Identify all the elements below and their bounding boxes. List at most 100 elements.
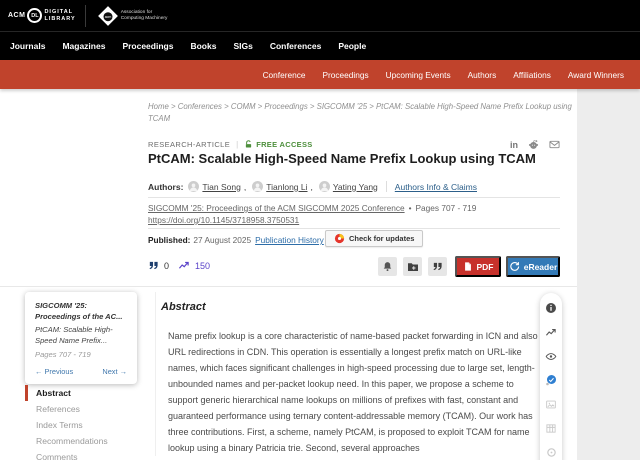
meta-divider: | [236, 140, 238, 149]
authors-row: Authors: Tian Song Tianlong Li Yating Ya… [148, 181, 560, 192]
metrics-row: 0 150 [148, 260, 210, 271]
publication-history-link[interactable]: Publication History [255, 235, 324, 245]
crossmark-icon [334, 233, 345, 244]
author-name-link[interactable]: Yating Yang [333, 182, 378, 192]
main-nav-item[interactable]: Conferences [270, 41, 322, 51]
article-section-nav: Abstract References Index Terms Recommen… [25, 385, 135, 460]
sidebar-item-abstract[interactable]: Abstract [25, 385, 135, 401]
breadcrumb: HomeConferencesCOMMProceedingsSIGCOMM '2… [148, 101, 573, 125]
site-header: ACM DL DIGITALLIBRARY acm Association fo… [0, 0, 640, 60]
authors-label: Authors: [148, 182, 183, 192]
author-chip[interactable]: Tian Song [188, 181, 246, 192]
abstract-text: Name prefix lookup is a core characteris… [156, 328, 540, 456]
folder-plus-icon [407, 261, 419, 273]
authors-list: Tian Song Tianlong Li Yating Yang [188, 181, 377, 192]
author-name-link[interactable]: Tian Song [202, 182, 240, 192]
alerts-button[interactable] [378, 257, 397, 276]
sidebar-item-index-terms[interactable]: Index Terms [25, 417, 135, 433]
acm-dl-logo[interactable]: ACM [8, 12, 25, 19]
linkedin-icon[interactable]: in [510, 140, 518, 150]
author-chip[interactable]: Tianlong Li [252, 181, 313, 192]
article-type-label: RESEARCH-ARTICLE [148, 140, 230, 149]
downloads-count: 150 [195, 261, 210, 271]
previous-article-link[interactable]: ← Previous [35, 367, 73, 376]
conference-nav-item[interactable]: Conference [263, 70, 306, 80]
article-meta-row: RESEARCH-ARTICLE | FREE ACCESS in [148, 139, 560, 150]
email-icon[interactable] [549, 139, 560, 150]
dl-gear-icon: DL [27, 8, 42, 23]
conference-nav-item[interactable]: Upcoming Events [386, 70, 451, 80]
conference-nav-item[interactable]: Award Winners [568, 70, 624, 80]
metrics-icon[interactable] [545, 326, 557, 338]
digital-library-label: DIGITALLIBRARY [44, 9, 75, 22]
citations-icon [148, 260, 159, 271]
cite-button[interactable] [428, 257, 447, 276]
check-for-updates-button[interactable]: Check for updates [325, 230, 423, 247]
main-nav-item[interactable]: Proceedings [122, 41, 173, 51]
quote-icon [432, 261, 443, 272]
sidebar-item-recommendations[interactable]: Recommendations [25, 433, 135, 449]
breadcrumb-item[interactable]: SIGCOMM '25 [317, 102, 376, 111]
breadcrumb-item[interactable]: Proceedings [264, 102, 316, 111]
conference-nav: Conference Proceedings Upcoming Events Auth… [0, 60, 640, 89]
article-tools-toolbar [540, 293, 562, 460]
divider [148, 228, 560, 229]
card-pages: Pages 707 - 719 [35, 350, 127, 359]
conference-nav-item[interactable]: Proceedings [322, 70, 368, 80]
citations-count: 0 [164, 261, 169, 271]
breadcrumb-item[interactable]: Conferences [178, 102, 231, 111]
doi-link[interactable]: https://doi.org/10.1145/3718958.3750531 [148, 215, 299, 225]
tables-icon [545, 422, 557, 434]
published-row: Published: 27 August 2025 Publication Hi… [148, 235, 324, 245]
pages-label: Pages 707 - 719 [416, 203, 477, 213]
breadcrumb-item[interactable]: COMM [231, 102, 265, 111]
pdf-button[interactable]: PDF [455, 256, 501, 277]
main-nav-item[interactable]: People [338, 41, 366, 51]
divider [148, 197, 560, 198]
header-logo-row: ACM DL DIGITALLIBRARY acm Association fo… [0, 0, 640, 32]
abstract-heading: Abstract [156, 301, 553, 313]
authors-divider [386, 181, 387, 192]
article-title: PtCAM: Scalable High-Speed Name Prefix L… [148, 151, 568, 166]
published-label: Published: [148, 235, 190, 245]
reddit-icon[interactable] [528, 139, 539, 150]
next-article-link[interactable]: Next → [102, 367, 127, 376]
issue-navigation-card: SIGCOMM '25: Proceedings of the AC... Pt… [25, 292, 137, 384]
card-article-title: PtCAM: Scalable High-Speed Name Prefix..… [35, 325, 127, 346]
section-divider [0, 286, 577, 287]
ereader-button[interactable]: eReader [506, 256, 560, 277]
info-icon[interactable] [545, 302, 557, 314]
altmetric-badge-icon[interactable] [545, 374, 557, 386]
author-name-link[interactable]: Tianlong Li [266, 182, 307, 192]
published-date: 27 August 2025 [193, 235, 251, 245]
abstract-section: Abstract Name prefix lookup is a core ch… [155, 292, 553, 456]
main-nav: Journals Magazines Proceedings Books SIGs Con… [0, 32, 640, 59]
card-venue[interactable]: SIGCOMM '25: Proceedings of the AC... [35, 301, 127, 322]
sidebar-item-references[interactable]: References [25, 401, 135, 417]
add-to-collection-button[interactable] [403, 257, 422, 276]
acm-diamond-logo[interactable]: acm [98, 6, 118, 26]
conference-nav-item[interactable]: Authors [468, 70, 497, 80]
conference-nav-item[interactable]: Affiliations [513, 70, 551, 80]
main-nav-item[interactable]: Magazines [62, 41, 105, 51]
pdf-file-icon [463, 261, 473, 272]
main-nav-item[interactable]: SIGs [233, 41, 252, 51]
bell-icon [382, 261, 393, 272]
avatar-icon [188, 181, 199, 192]
breadcrumb-item[interactable]: Home [148, 102, 178, 111]
free-access-badge: FREE ACCESS [244, 140, 312, 149]
venue-link[interactable]: SIGCOMM '25: Proceedings of the ACM SIGC… [148, 203, 405, 213]
ereader-icon [509, 261, 520, 272]
share-icons: in [510, 139, 560, 150]
sidebar-item-comments[interactable]: Comments [25, 449, 135, 460]
article-page: HomeConferencesCOMMProceedingsSIGCOMM '2… [0, 89, 577, 460]
authors-info-claims-link[interactable]: Authors Info & Claims [395, 182, 477, 192]
figures-icon [545, 398, 557, 410]
references-icon [545, 446, 557, 458]
avatar-icon [252, 181, 263, 192]
main-nav-item[interactable]: Journals [10, 41, 45, 51]
author-chip[interactable]: Yating Yang [319, 181, 378, 192]
header-divider [85, 5, 86, 27]
view-icon[interactable] [545, 350, 557, 362]
main-nav-item[interactable]: Books [190, 41, 216, 51]
